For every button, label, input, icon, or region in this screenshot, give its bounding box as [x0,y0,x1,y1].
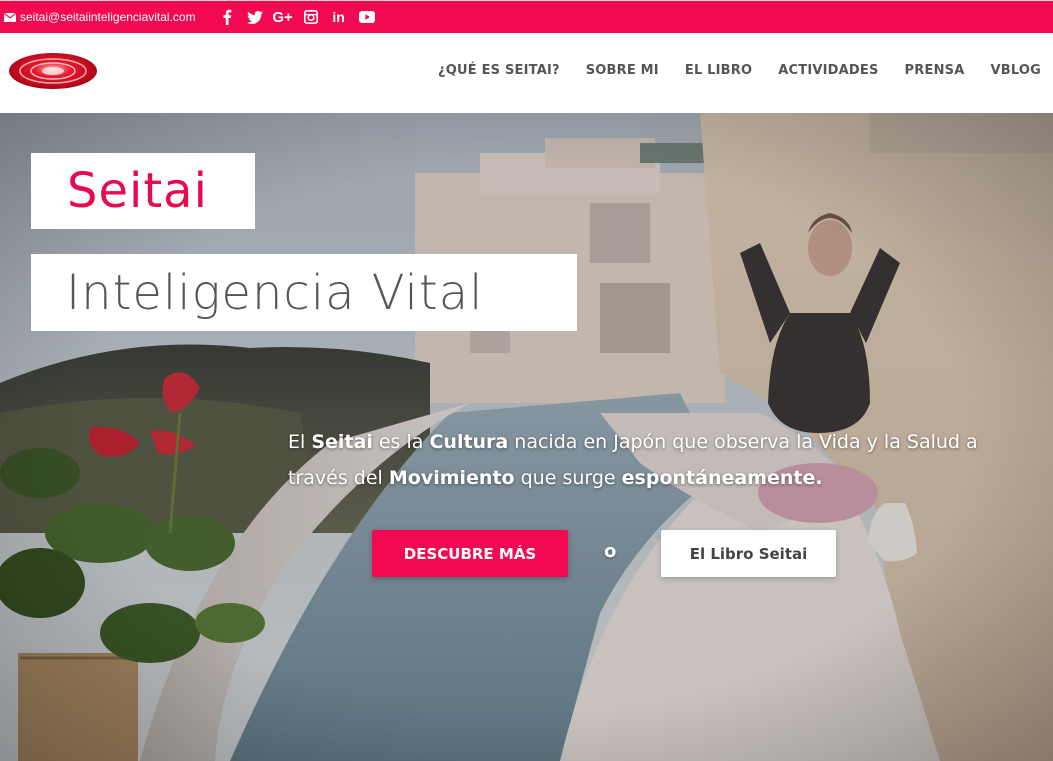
lead-bold-cultura: Cultura [429,431,509,453]
main-nav: ¿QUÉ ES SEITAI? SOBRE MI EL LIBRO ACTIVI… [412,63,1041,78]
lead-part: El [288,431,312,453]
top-bar: seitai@seitaiinteligenciavital.com G+ in [0,0,1053,33]
lead-bold-seitai: Seitai [311,431,373,453]
email-link[interactable]: seitai@seitaiinteligenciavital.com [4,10,196,24]
instagram-icon[interactable] [298,7,324,27]
or-separator: o [604,541,617,562]
site-logo[interactable] [8,51,98,91]
nav-item-vblog[interactable]: VBLOG [990,63,1041,78]
email-text[interactable]: seitai@seitaiinteligenciavital.com [20,10,196,24]
facebook-icon[interactable] [214,7,240,27]
lead-bold-movimiento: Movimiento [388,467,515,489]
lead-bold-espontaneamente: espontáneamente. [621,467,823,489]
nav-item-que-es-seitai[interactable]: ¿QUÉ ES SEITAI? [438,63,560,78]
site-header: ¿QUÉ ES SEITAI? SOBRE MI EL LIBRO ACTIVI… [0,33,1053,113]
nav-item-el-libro[interactable]: EL LIBRO [685,63,752,78]
youtube-icon[interactable] [354,7,380,27]
lead-part: es la [372,431,430,453]
social-links: G+ in [212,7,380,27]
nav-item-prensa[interactable]: PRENSA [905,63,965,78]
hero-title-seitai: Seitai [31,153,255,229]
nav-item-sobre-mi[interactable]: SOBRE MI [586,63,659,78]
hero-lead-text: El Seitai es la Cultura nacida en Japón … [288,424,1008,496]
nav-item-actividades[interactable]: ACTIVIDADES [778,63,878,78]
lead-part: que surge [514,467,622,489]
descubre-mas-button[interactable]: DESCUBRE MÁS [372,530,568,577]
linkedin-icon[interactable]: in [326,7,352,27]
twitter-icon[interactable] [242,7,268,27]
hero-title-inteligencia-vital: Inteligencia Vital [31,254,577,331]
hero-section: Seitai Inteligencia Vital El Seitai es l… [0,113,1053,761]
google-plus-icon[interactable]: G+ [270,7,296,27]
el-libro-seitai-button[interactable]: El Libro Seitai [661,530,836,577]
envelope-icon [4,12,16,22]
